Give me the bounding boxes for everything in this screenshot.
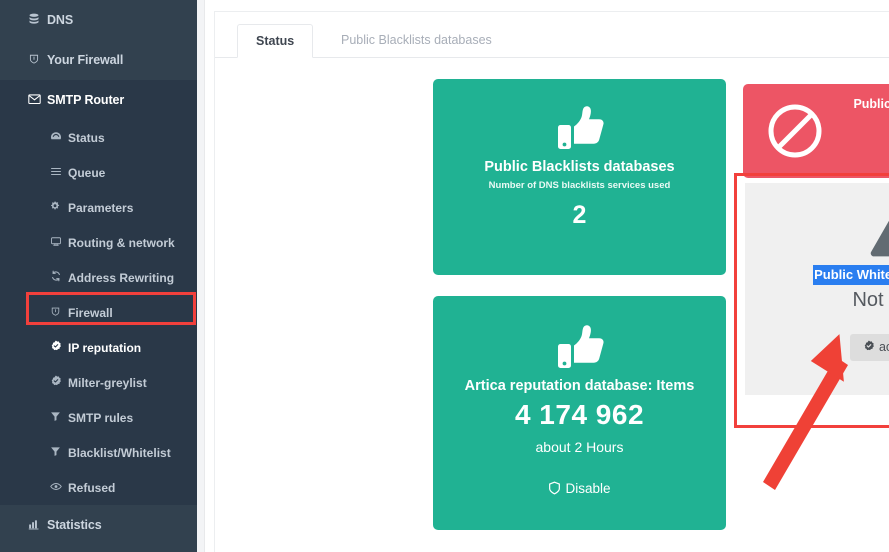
card-value: 2 <box>572 201 587 230</box>
application-window: DNS Your Firewall SMTP Router Status Que… <box>0 0 889 552</box>
sidebar-item-blacklist-whitelist[interactable]: Blacklist/Whitelist <box>0 435 197 470</box>
sidebar-item-smtp-router[interactable]: SMTP Router <box>0 80 197 120</box>
sidebar-submenu: Status Queue Parameters Routing & networ… <box>0 120 197 505</box>
activate-button-label: activate <box>878 339 889 354</box>
disable-button[interactable]: Disable <box>433 481 726 496</box>
list-icon <box>48 166 63 180</box>
main-content: Status Public Blacklists databases Publi… <box>206 0 889 552</box>
gears-icon <box>48 200 63 215</box>
sidebar-item-label: Statistics <box>47 518 102 532</box>
whitelist-title-row: Public Whitelist database <box>745 259 889 285</box>
sidebar-item-label: IP reputation <box>68 340 142 355</box>
certificate-check-icon <box>863 340 875 352</box>
disable-button-label: Disable <box>565 481 611 497</box>
sidebar-group-bottom: Statistics Clam AntiVirus Logs center <box>0 505 197 552</box>
envelope-icon <box>26 93 42 107</box>
sidebar-item-label: Refused <box>68 480 116 495</box>
sidebar-item-routing-network[interactable]: Routing & network <box>0 225 197 260</box>
filter-icon <box>48 446 63 460</box>
sidebar-item-firewall[interactable]: Firewall <box>0 295 197 330</box>
tab-bar: Status Public Blacklists databases <box>215 12 889 58</box>
card-title: Public Blacklists databases <box>484 159 675 175</box>
sidebar-item-label: Blacklist/Whitelist <box>68 445 171 460</box>
sidebar-divider <box>197 0 205 552</box>
sidebar-item-label: Parameters <box>68 200 134 215</box>
card-public-blacklists-databases: Public Blacklists databases Number of DN… <box>433 79 726 275</box>
sidebar-item-ip-reputation[interactable]: IP reputation <box>0 330 197 365</box>
card-title: Artica reputation database: Items <box>464 378 695 394</box>
sidebar-group-top: DNS Your Firewall <box>0 0 197 80</box>
card-age: about 2 Hours <box>535 439 624 456</box>
tab-public-blacklists-databases[interactable]: Public Blacklists databases <box>323 24 510 58</box>
sidebar-item-refused[interactable]: Refused <box>0 470 197 505</box>
sidebar-item-label: Routing & network <box>68 235 175 250</box>
server-icon <box>48 236 63 250</box>
refresh-icon <box>48 270 63 285</box>
ban-icon <box>767 103 823 159</box>
sidebar-item-clam-antivirus[interactable]: Clam AntiVirus <box>0 545 197 552</box>
eye-icon <box>48 481 63 495</box>
dashboard-icon <box>48 131 63 145</box>
whitelist-state: Not used <box>852 288 889 311</box>
sidebar-item-label: Queue <box>68 165 106 180</box>
card-title: Public Blacklists databases Rejected mes… <box>853 97 889 111</box>
warning-triangle-icon <box>869 215 889 259</box>
activate-button[interactable]: activate <box>849 333 889 361</box>
card-value: 4 174 962 <box>514 399 645 431</box>
bar-chart-icon <box>26 519 42 532</box>
card-value: 74 <box>823 130 889 162</box>
filter-icon <box>48 411 63 425</box>
sidebar-item-status[interactable]: Status <box>0 120 197 155</box>
tab-status[interactable]: Status <box>237 24 314 58</box>
public-whitelist-database-panel: Public Whitelist database Not used activ… <box>745 183 889 395</box>
shield-alert-icon <box>48 306 63 320</box>
certificate-check-icon <box>48 340 63 355</box>
sidebar-item-address-rewriting[interactable]: Address Rewriting <box>0 260 197 295</box>
card-rejected-messages: Public Blacklists databases Rejected mes… <box>743 84 889 178</box>
sidebar-item-your-firewall[interactable]: Your Firewall <box>0 40 197 80</box>
sidebar-item-dns[interactable]: DNS <box>0 0 197 40</box>
sidebar-item-label: SMTP Router <box>47 93 125 107</box>
thumbs-up-icon <box>552 101 608 155</box>
sidebar-item-label: Your Firewall <box>47 53 124 67</box>
sidebar-item-smtp-rules[interactable]: SMTP rules <box>0 400 197 435</box>
shield-alert-icon <box>26 53 42 67</box>
shield-icon <box>548 481 561 495</box>
sidebar-item-label: SMTP rules <box>68 410 134 425</box>
sidebar-item-milter-greylist[interactable]: Milter-greylist <box>0 365 197 400</box>
sidebar-item-parameters[interactable]: Parameters <box>0 190 197 225</box>
card-subtitle: Number of DNS blacklists services used <box>488 180 671 192</box>
database-icon <box>26 13 42 27</box>
card-artica-reputation-database: Artica reputation database: Items 4 174 … <box>433 296 726 530</box>
sidebar-item-label: Firewall <box>68 305 113 320</box>
sidebar-item-label: Milter-greylist <box>68 375 147 390</box>
certificate-check-icon <box>48 375 63 390</box>
sidebar-item-label: Address Rewriting <box>68 270 175 285</box>
sidebar-item-queue[interactable]: Queue <box>0 155 197 190</box>
whitelist-title: Public Whitelist database <box>813 265 889 285</box>
sidebar-item-label: DNS <box>47 13 74 27</box>
sidebar-item-label: Status <box>68 130 105 145</box>
sidebar-navigation: DNS Your Firewall SMTP Router Status Que… <box>0 0 197 552</box>
thumbs-up-icon <box>552 320 608 374</box>
sidebar-item-statistics[interactable]: Statistics <box>0 505 197 545</box>
